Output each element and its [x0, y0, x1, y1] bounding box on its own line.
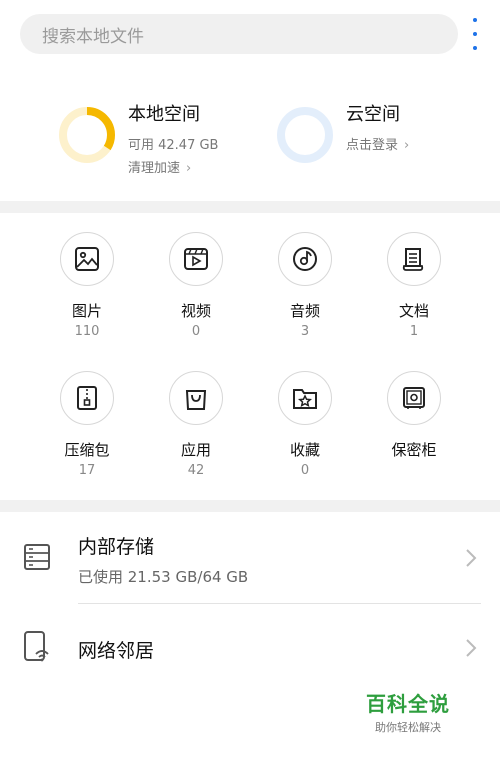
category-apps[interactable]: 应用 42	[141, 371, 251, 478]
category-label: 文档	[398, 302, 429, 320]
local-space-title: 本地空间	[128, 104, 200, 125]
cloud-usage-ring	[277, 107, 333, 163]
category-videos[interactable]: 视频 0	[141, 232, 251, 339]
category-audio[interactable]: 音频 3	[250, 232, 360, 339]
cloud-space-title: 云空间	[346, 104, 400, 125]
category-count: 3	[300, 324, 310, 339]
video-icon	[184, 248, 208, 270]
chevron-right-icon: ›	[404, 138, 410, 153]
watermark-main: 百科全说	[366, 692, 450, 716]
cleanup-link[interactable]: 清理加速 ›	[128, 157, 218, 176]
section-divider	[0, 201, 500, 213]
category-count: 42	[187, 463, 205, 478]
image-icon	[75, 247, 99, 271]
internal-storage-usage: 已使用 21.53 GB/64 GB	[78, 568, 249, 586]
search-placeholder: 搜索本地文件	[42, 26, 144, 47]
network-neighborhood-title: 网络邻居	[78, 640, 155, 662]
document-icon	[402, 248, 424, 271]
category-count: 0	[300, 463, 310, 478]
category-label: 压缩包	[64, 441, 110, 459]
watermark-sub: 助你轻松解决	[375, 721, 441, 734]
chevron-right-icon	[466, 549, 477, 567]
category-favorites[interactable]: 收藏 0	[250, 371, 360, 478]
search-input[interactable]: 搜索本地文件	[20, 14, 458, 54]
more-vertical-icon[interactable]	[470, 18, 480, 50]
watermark-logo: 百科全说 助你轻松解决	[366, 688, 450, 735]
category-label: 音频	[289, 302, 320, 320]
chevron-right-icon	[466, 639, 477, 657]
audio-icon	[293, 247, 317, 271]
storage-icon	[24, 544, 50, 570]
category-count: 17	[78, 463, 96, 478]
category-count: 0	[191, 324, 201, 339]
category-label: 保密柜	[391, 441, 437, 459]
internal-storage-title: 内部存储	[78, 536, 155, 558]
category-label: 收藏	[289, 441, 320, 459]
login-link[interactable]: 点击登录 ›	[346, 134, 409, 153]
category-safe[interactable]: 保密柜	[359, 371, 469, 460]
category-documents[interactable]: 文档 1	[359, 232, 469, 339]
local-space-available: 可用 42.47 GB	[128, 138, 219, 153]
chevron-right-icon: ›	[186, 161, 192, 176]
safe-icon	[403, 387, 425, 409]
section-divider	[0, 500, 500, 512]
internal-storage-row[interactable]: 内部存储 已使用 21.53 GB/64 GB	[0, 512, 500, 604]
category-archives[interactable]: 压缩包 17	[32, 371, 142, 478]
category-images[interactable]: 图片 110	[32, 232, 142, 339]
network-neighborhood-row[interactable]: 网络邻居	[0, 604, 500, 692]
category-count: 110	[74, 324, 100, 339]
network-device-icon	[24, 631, 49, 662]
archive-icon	[77, 386, 97, 410]
favorites-icon	[293, 389, 317, 409]
local-usage-ring	[59, 107, 115, 163]
app-bag-icon	[185, 390, 207, 410]
category-label: 图片	[71, 302, 102, 320]
category-label: 视频	[180, 302, 211, 320]
category-count: 1	[409, 324, 419, 339]
category-label: 应用	[180, 441, 211, 459]
